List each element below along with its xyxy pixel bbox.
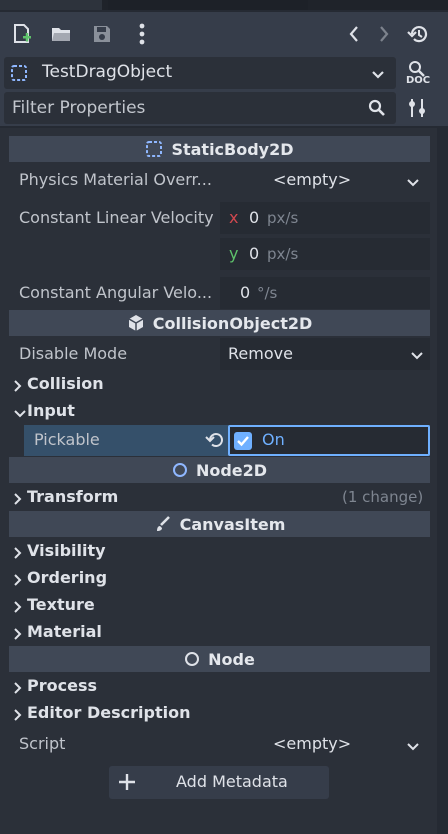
section-texture[interactable]: Texture [9, 593, 430, 619]
pickable-label: Pickable [34, 430, 100, 449]
section-label: Material [27, 622, 102, 641]
doc-label: DOC [406, 75, 431, 86]
inspector-toolbar [0, 12, 448, 58]
disable-mode-value: Remove [228, 344, 293, 363]
linear-velocity-label: Constant Linear Velocity [19, 208, 214, 227]
chevron-right-icon [13, 572, 23, 591]
category-title: StaticBody2D [171, 139, 294, 159]
tab-other[interactable] [108, 0, 308, 10]
add-metadata-button[interactable]: Add Metadata [109, 766, 329, 799]
linear-velocity-x-field[interactable]: x 0 px/s [220, 202, 430, 234]
open-folder-icon[interactable] [50, 22, 74, 46]
x-axis-label: x [229, 208, 239, 227]
physics-material-value: <empty> [273, 170, 352, 189]
angular-velocity-label: Constant Angular Velo... [19, 283, 213, 302]
new-resource-icon[interactable] [10, 22, 34, 46]
save-icon[interactable] [90, 22, 114, 46]
chevron-right-icon [13, 626, 23, 645]
doc-button[interactable]: DOC [404, 59, 434, 87]
disable-mode-dropdown[interactable]: Remove [220, 338, 430, 370]
script-label: Script [19, 734, 66, 753]
scrollbar[interactable] [437, 128, 448, 834]
physics-material-dropdown[interactable]: <empty> [220, 166, 430, 194]
section-process[interactable]: Process [9, 674, 430, 700]
script-dropdown[interactable]: <empty> [220, 730, 430, 758]
property-settings-icon[interactable] [406, 97, 428, 123]
section-label: Visibility [27, 541, 106, 560]
chevron-down-icon [406, 738, 420, 752]
node-icon [184, 651, 200, 667]
chevron-right-icon [13, 378, 23, 397]
forward-icon[interactable] [372, 22, 396, 46]
brush-icon [154, 515, 172, 533]
physics-material-label: Physics Material Overr... [19, 170, 212, 189]
chevron-right-icon [13, 545, 23, 564]
node2d-icon [172, 462, 188, 478]
angular-unit: °/s [257, 284, 278, 302]
section-label: Editor Description [27, 703, 191, 722]
section-label: Input [27, 401, 75, 420]
section-ordering[interactable]: Ordering [9, 566, 430, 592]
y-axis-label: y [229, 244, 239, 263]
tab-inspector[interactable] [0, 0, 102, 10]
search-icon [368, 99, 386, 121]
category-title: Node [208, 649, 255, 669]
pickable-row: Pickable On [24, 425, 430, 456]
category-staticbody2d: StaticBody2D [9, 136, 430, 162]
section-label: Texture [27, 595, 95, 614]
linear-x-unit: px/s [267, 209, 299, 227]
back-icon[interactable] [342, 22, 366, 46]
chevron-down-icon [13, 405, 27, 424]
chevron-right-icon [13, 680, 23, 699]
checkbox-checked-icon [234, 432, 252, 450]
angular-value: 0 [240, 283, 251, 302]
section-input[interactable]: Input [9, 399, 430, 425]
section-transform[interactable]: Transform (1 change) [9, 485, 430, 511]
more-icon[interactable] [130, 22, 154, 46]
category-collisionobject2d: CollisionObject2D [9, 310, 430, 336]
section-material[interactable]: Material [9, 620, 430, 646]
category-title: CollisionObject2D [152, 313, 313, 333]
revert-icon[interactable] [204, 431, 224, 453]
history-icon[interactable] [406, 22, 430, 46]
section-label: Collision [27, 374, 104, 393]
category-title: Node2D [195, 460, 268, 480]
staticbody-node-icon [10, 64, 28, 86]
section-label: Ordering [27, 568, 108, 587]
script-value: <empty> [273, 734, 352, 753]
linear-x-value: 0 [249, 208, 260, 227]
disable-mode-label: Disable Mode [19, 344, 128, 363]
linear-velocity-y-field[interactable]: y 0 px/s [220, 238, 430, 270]
filter-placeholder: Filter Properties [12, 98, 146, 118]
category-node: Node [9, 646, 430, 672]
chevron-right-icon [13, 599, 23, 618]
linear-y-value: 0 [249, 244, 260, 263]
section-label: Process [27, 676, 97, 695]
section-label: Transform [27, 487, 119, 506]
category-node2d: Node2D [9, 457, 430, 483]
section-collision[interactable]: Collision [9, 372, 430, 398]
node-selector-label: TestDragObject [42, 62, 173, 82]
collision-object-icon [127, 314, 145, 332]
plus-icon [117, 772, 137, 796]
pickable-checkbox[interactable]: On [228, 425, 430, 456]
angular-velocity-field[interactable]: 0 °/s [220, 277, 430, 309]
section-editor-description[interactable]: Editor Description [9, 701, 430, 727]
category-canvasitem: CanvasItem [9, 511, 430, 537]
category-title: CanvasItem [179, 514, 286, 534]
add-metadata-label: Add Metadata [176, 772, 288, 791]
chevron-right-icon [13, 491, 23, 510]
dock-tab-strip [0, 0, 448, 10]
transform-change-count: (1 change) [342, 488, 424, 506]
chevron-down-icon [406, 174, 420, 188]
chevron-down-icon [410, 347, 424, 361]
staticbody-icon [145, 140, 163, 158]
linear-y-unit: px/s [267, 245, 299, 263]
filter-properties-input[interactable]: Filter Properties [4, 92, 396, 124]
node-selector[interactable]: TestDragObject [4, 57, 396, 89]
chevron-down-icon [371, 66, 385, 85]
pickable-value: On [262, 430, 285, 449]
section-visibility[interactable]: Visibility [9, 539, 430, 565]
chevron-right-icon [13, 707, 23, 726]
